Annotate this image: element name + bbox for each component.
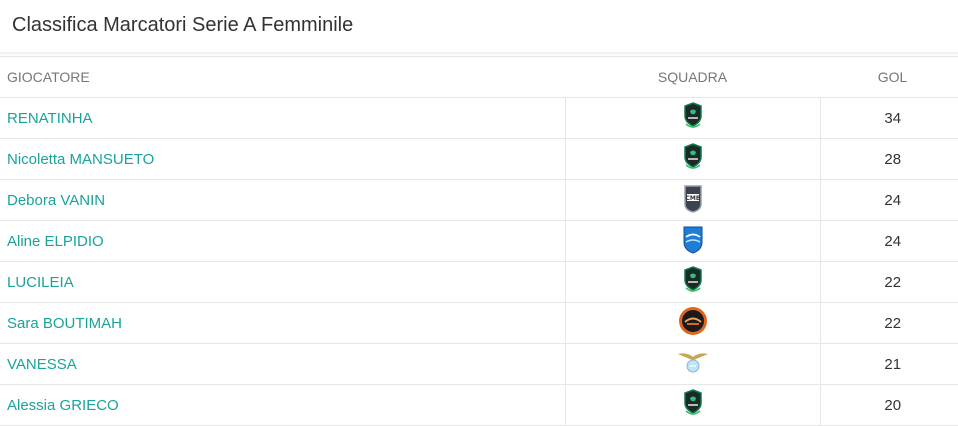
table-row: LUCILEIA 22 — [0, 261, 958, 303]
blue-shield-crest-icon[interactable] — [682, 224, 704, 258]
player-link[interactable]: VANESSA — [7, 356, 77, 373]
team-cell — [564, 302, 821, 344]
table-row: Debora VANIN CMB 24 — [0, 179, 958, 221]
table-header-row: GIOCATORE SQUADRA GOL — [0, 56, 958, 98]
team-cell — [564, 384, 821, 426]
header-player[interactable]: GIOCATORE — [0, 56, 565, 98]
table-row: RENATINHA 34 — [0, 97, 958, 139]
table-row: Aline ELPIDIO 24 — [0, 220, 958, 262]
header-goals[interactable]: GOL — [820, 56, 958, 98]
player-cell: Alessia GRIECO — [0, 384, 565, 426]
scorers-table: GIOCATORE SQUADRA GOL RENATINHA 34 Nicolet… — [0, 56, 958, 426]
header-team[interactable]: SQUADRA — [565, 56, 820, 98]
table-row: Alessia GRIECO 20 — [0, 384, 958, 426]
player-link[interactable]: LUCILEIA — [7, 274, 74, 291]
goals-cell: 22 — [820, 261, 958, 303]
table-row: Nicoletta MANSUETO 28 — [0, 138, 958, 180]
team-cell — [564, 261, 821, 303]
player-link[interactable]: Sara BOUTIMAH — [7, 315, 122, 332]
player-cell: Nicoletta MANSUETO — [0, 138, 565, 180]
team-cell — [564, 97, 821, 139]
player-cell: RENATINHA — [0, 97, 565, 139]
green-black-crest-icon[interactable] — [683, 266, 703, 298]
goals-cell: 24 — [820, 179, 958, 221]
page-title: Classifica Marcatori Serie A Femminile — [12, 14, 354, 36]
player-cell: LUCILEIA — [0, 261, 565, 303]
goals-cell: 24 — [820, 220, 958, 262]
player-link[interactable]: Aline ELPIDIO — [7, 233, 104, 250]
team-cell — [564, 343, 821, 385]
player-cell: Aline ELPIDIO — [0, 220, 565, 262]
eagle-crest-icon[interactable] — [677, 350, 709, 378]
green-black-crest-icon[interactable] — [683, 102, 703, 134]
player-cell: Debora VANIN — [0, 179, 565, 221]
green-black-crest-icon[interactable] — [683, 143, 703, 175]
player-cell: VANESSA — [0, 343, 565, 385]
team-cell — [564, 220, 821, 262]
goals-cell: 34 — [820, 97, 958, 139]
player-link[interactable]: Alessia GRIECO — [7, 397, 119, 414]
goals-cell: 22 — [820, 302, 958, 344]
goals-cell: 28 — [820, 138, 958, 180]
svg-text:CMB: CMB — [685, 195, 700, 202]
goals-cell: 21 — [820, 343, 958, 385]
player-link[interactable]: Debora VANIN — [7, 192, 105, 209]
player-link[interactable]: RENATINHA — [7, 110, 93, 127]
orange-round-crest-icon[interactable] — [678, 306, 708, 340]
player-cell: Sara BOUTIMAH — [0, 302, 565, 344]
grey-cmb-crest-icon[interactable]: CMB — [683, 183, 703, 217]
table-row: Sara BOUTIMAH 22 — [0, 302, 958, 344]
team-cell — [564, 138, 821, 180]
table-row: VANESSA 21 — [0, 343, 958, 385]
player-link[interactable]: Nicoletta MANSUETO — [7, 151, 154, 168]
team-cell: CMB — [564, 179, 821, 221]
green-black-crest-icon[interactable] — [683, 389, 703, 421]
goals-cell: 20 — [820, 384, 958, 426]
